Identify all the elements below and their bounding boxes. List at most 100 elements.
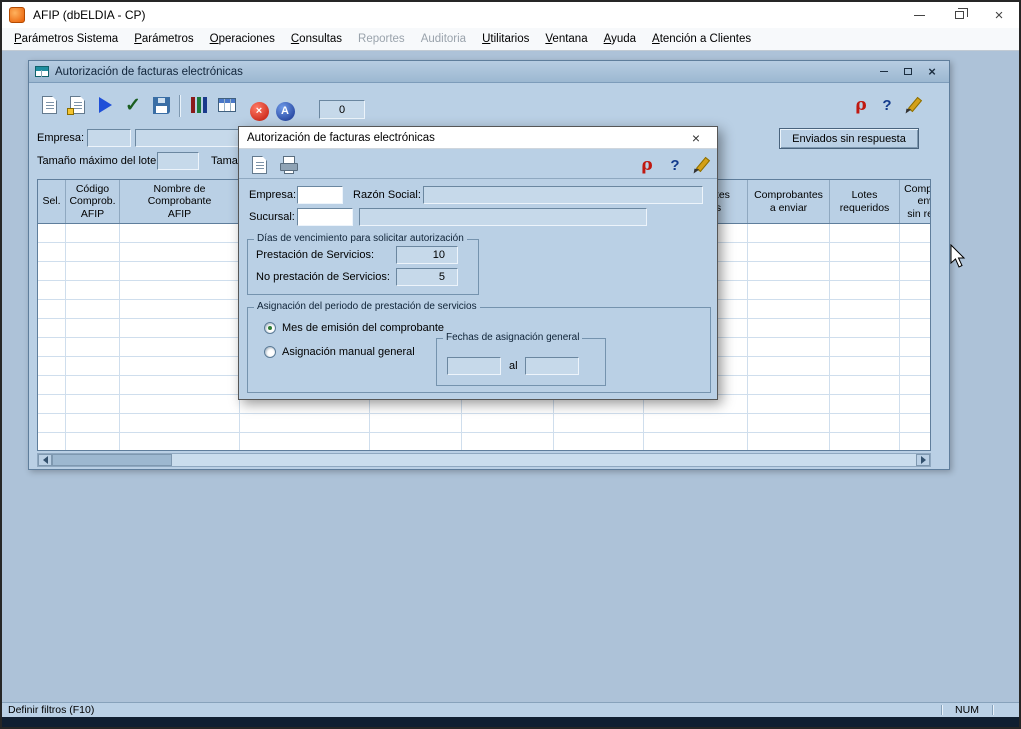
authorize-button[interactable]: A bbox=[273, 99, 297, 123]
table-cell bbox=[120, 262, 240, 280]
al-label: al bbox=[509, 360, 518, 372]
dialog-toolbar: ρ ? bbox=[239, 150, 717, 179]
dialog-edit-button[interactable] bbox=[689, 153, 713, 177]
table-cell bbox=[120, 281, 240, 299]
help-icon: ? bbox=[882, 97, 891, 114]
child-close-button[interactable]: × bbox=[923, 64, 941, 79]
dialog-help-button[interactable]: ? bbox=[663, 153, 687, 177]
help-icon: ? bbox=[670, 157, 679, 174]
close-icon: × bbox=[692, 130, 700, 146]
radio-selected-icon bbox=[264, 322, 276, 334]
mdi-area: Autorización de facturas electrónicas × … bbox=[2, 51, 1019, 702]
menu-operaciones[interactable]: Operaciones bbox=[202, 30, 283, 48]
cancel-button[interactable]: × bbox=[247, 99, 271, 123]
menubar: Parámetros Sistema Parámetros Operacione… bbox=[2, 28, 1019, 51]
table-row[interactable] bbox=[38, 433, 931, 451]
asignacion-group: Asignación del periodo de prestación de … bbox=[247, 307, 711, 393]
scrollbar-track[interactable] bbox=[172, 454, 916, 466]
radio-mes-emision[interactable]: Mes de emisión del comprobante bbox=[264, 322, 444, 334]
save-icon bbox=[153, 97, 170, 114]
new-button[interactable] bbox=[37, 93, 61, 117]
dialog-print-button[interactable] bbox=[277, 153, 301, 177]
minimize-button[interactable] bbox=[899, 2, 939, 28]
status-separator bbox=[992, 705, 993, 715]
window-bottom-edge bbox=[2, 717, 1019, 727]
table-cell bbox=[900, 338, 931, 356]
properties-button[interactable] bbox=[65, 93, 89, 117]
dialog-support-button[interactable]: ρ bbox=[635, 153, 659, 177]
help-button[interactable]: ? bbox=[875, 93, 899, 117]
table-cell bbox=[38, 395, 66, 413]
table-cell bbox=[644, 414, 748, 432]
table-cell bbox=[900, 224, 931, 242]
table-cell bbox=[66, 338, 120, 356]
prestacion-input[interactable]: 10 bbox=[396, 246, 458, 264]
menu-consultas[interactable]: Consultas bbox=[283, 30, 350, 48]
asignacion-group-title: Asignación del periodo de prestación de … bbox=[254, 301, 480, 312]
menu-reportes: Reportes bbox=[350, 30, 413, 48]
menu-parametros[interactable]: Parámetros bbox=[126, 30, 201, 48]
table-cell bbox=[38, 281, 66, 299]
fecha-hasta-input[interactable] bbox=[525, 357, 579, 375]
table-cell bbox=[120, 414, 240, 432]
radio-unselected-icon bbox=[264, 346, 276, 358]
table-cell bbox=[38, 414, 66, 432]
table-cell bbox=[830, 395, 900, 413]
table-cell bbox=[38, 319, 66, 337]
child-window-icon bbox=[35, 66, 49, 77]
menu-ayuda[interactable]: Ayuda bbox=[596, 30, 644, 48]
table-cell bbox=[748, 281, 830, 299]
restore-button[interactable] bbox=[939, 2, 979, 28]
child-titlebar[interactable]: Autorización de facturas electrónicas × bbox=[29, 61, 949, 83]
sucursal-name-input[interactable] bbox=[359, 208, 647, 226]
printer-icon bbox=[279, 155, 299, 175]
checkmark-icon: ✓ bbox=[125, 94, 141, 117]
lote-counter-field[interactable]: 0 bbox=[319, 100, 365, 119]
razon-social-input[interactable] bbox=[423, 186, 703, 204]
child-maximize-button[interactable] bbox=[899, 64, 917, 79]
edit-notes-button[interactable] bbox=[901, 93, 925, 117]
phone-support-icon: ρ bbox=[855, 95, 866, 115]
sucursal-input[interactable] bbox=[297, 208, 353, 226]
horizontal-scrollbar[interactable] bbox=[37, 453, 931, 467]
lots-button[interactable] bbox=[187, 93, 211, 117]
grid-view-button[interactable] bbox=[215, 93, 239, 117]
child-minimize-button[interactable] bbox=[875, 64, 893, 79]
dialog-new-button[interactable] bbox=[247, 153, 271, 177]
table-cell bbox=[66, 300, 120, 318]
dialog-titlebar[interactable]: Autorización de facturas electrónicas × bbox=[239, 127, 717, 149]
radio-asignacion-manual[interactable]: Asignación manual general bbox=[264, 346, 415, 358]
enviados-sin-respuesta-button[interactable]: Enviados sin respuesta bbox=[779, 128, 919, 149]
no-prestacion-input[interactable]: 5 bbox=[396, 268, 458, 286]
fecha-desde-input[interactable] bbox=[447, 357, 501, 375]
empresa-code-input[interactable] bbox=[87, 129, 131, 147]
app-icon bbox=[9, 7, 25, 23]
column-header: Código Comprob. AFIP bbox=[66, 180, 120, 223]
table-cell bbox=[830, 319, 900, 337]
menu-atencion-clientes[interactable]: Atención a Clientes bbox=[644, 30, 759, 48]
menu-ventana[interactable]: Ventana bbox=[537, 30, 595, 48]
scrollbar-thumb[interactable] bbox=[52, 454, 172, 466]
menu-parametros-sistema[interactable]: Parámetros Sistema bbox=[6, 30, 126, 48]
validate-button[interactable]: ✓ bbox=[121, 93, 145, 117]
table-cell bbox=[38, 300, 66, 318]
properties-mark-icon bbox=[67, 108, 74, 115]
table-cell bbox=[66, 262, 120, 280]
dialog-empresa-input[interactable] bbox=[297, 186, 343, 204]
scroll-right-button[interactable] bbox=[916, 454, 930, 466]
phone-support-icon: ρ bbox=[641, 155, 652, 175]
table-row[interactable] bbox=[38, 414, 931, 433]
run-button[interactable] bbox=[93, 93, 117, 117]
support-button[interactable]: ρ bbox=[849, 93, 873, 117]
vencimiento-group-title: Días de vencimiento para solicitar autor… bbox=[254, 233, 467, 244]
table-cell bbox=[38, 357, 66, 375]
dialog-close-button[interactable]: × bbox=[683, 129, 709, 147]
main-titlebar: AFIP (dbELDIA - CP) × bbox=[2, 2, 1019, 28]
close-button[interactable]: × bbox=[979, 2, 1019, 28]
tamano-lote-input[interactable] bbox=[157, 152, 199, 170]
no-prestacion-label: No prestación de Servicios: bbox=[256, 271, 390, 283]
menu-utilitarios[interactable]: Utilitarios bbox=[474, 30, 537, 48]
save-button[interactable] bbox=[149, 93, 173, 117]
scroll-left-button[interactable] bbox=[38, 454, 52, 466]
arrow-right-icon bbox=[921, 456, 926, 464]
